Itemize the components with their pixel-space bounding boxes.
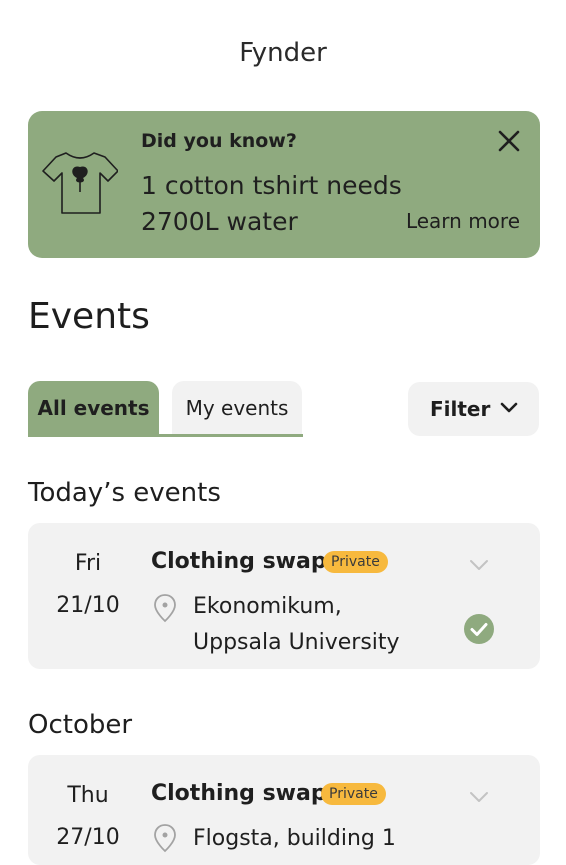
- filter-button[interactable]: Filter: [408, 382, 539, 436]
- tab-all-events[interactable]: All events: [28, 381, 159, 434]
- chevron-down-icon: [500, 402, 518, 413]
- events-heading: Events: [28, 296, 150, 337]
- joined-check-icon: [464, 614, 494, 644]
- chevron-down-icon[interactable]: [469, 791, 489, 804]
- event-title: Clothing swap: [151, 781, 327, 806]
- tab-underline: [28, 434, 303, 437]
- section-label-today: Today’s events: [28, 478, 221, 508]
- event-location-line-1: Ekonomikum,: [193, 594, 342, 619]
- event-day: Fri: [74, 551, 102, 576]
- section-label-october: October: [28, 710, 133, 740]
- banner-line-2: 2700L water: [141, 207, 298, 236]
- banner-heading: Did you know?: [141, 130, 297, 152]
- location-pin-icon: [154, 824, 176, 853]
- event-title: Clothing swap: [151, 549, 327, 574]
- banner-message: 1 cotton tshirt needs 2700L water: [141, 168, 402, 240]
- event-day: Thu: [67, 783, 109, 808]
- tab-my-events[interactable]: My events: [172, 381, 302, 434]
- info-banner: Did you know? 1 cotton tshirt needs 2700…: [28, 111, 540, 258]
- tshirt-icon: [42, 152, 118, 214]
- filter-label: Filter: [430, 397, 491, 421]
- chevron-down-icon[interactable]: [469, 559, 489, 572]
- location-pin-icon: [154, 594, 176, 623]
- learn-more-link[interactable]: Learn more: [406, 209, 520, 233]
- event-location: Flogsta, building 1: [193, 821, 396, 857]
- private-badge: Private: [323, 551, 388, 573]
- private-badge: Private: [321, 783, 386, 805]
- close-icon[interactable]: [495, 127, 523, 155]
- event-date: 21/10: [56, 593, 120, 618]
- event-card[interactable]: Thu 27/10 Clothing swap Private Flogsta,…: [28, 755, 540, 865]
- app-title: Fynder: [239, 38, 327, 68]
- event-location-line-1: Flogsta, building 1: [193, 826, 396, 851]
- event-location: Ekonomikum, Uppsala University: [193, 589, 400, 661]
- event-location-line-2: Uppsala University: [193, 630, 400, 655]
- event-card[interactable]: Fri 21/10 Clothing swap Private Ekonomik…: [28, 523, 540, 669]
- banner-line-1: 1 cotton tshirt needs: [141, 171, 402, 200]
- event-date: 27/10: [56, 825, 120, 850]
